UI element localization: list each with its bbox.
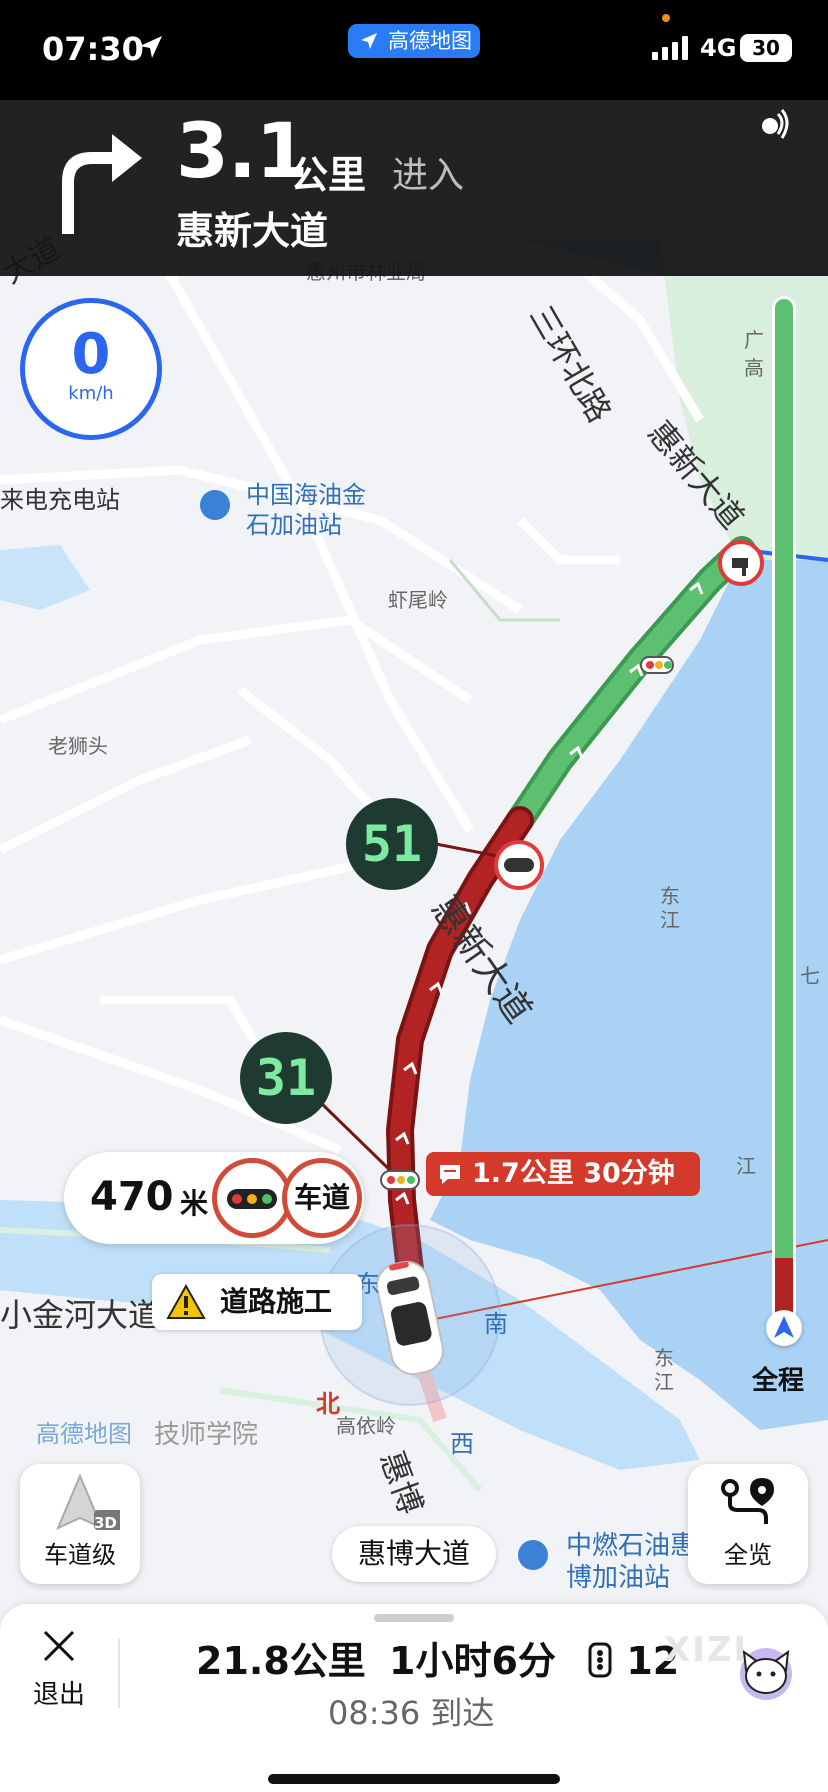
traffic-light-icon [640,656,674,674]
turn-distance: 3.1 [176,106,309,195]
status-time: 07:30 [42,30,144,68]
traffic-jam-tag[interactable]: 1.7公里 30分钟 [426,1152,700,1196]
overview-label: 全览 [724,1541,772,1569]
map-label-jiang: 江 [736,1154,756,1178]
close-icon [43,1630,75,1662]
poi-charge-station: 来电充电站 [0,486,120,514]
panel-divider [118,1638,120,1708]
watermark: XIZI [664,1630,749,1670]
traffic-light-lane-icon [212,1158,292,1238]
river-label-dongjiang-2: 东江 [654,1346,674,1394]
traffic-light-marker-icon[interactable] [494,840,544,890]
construction-text: 道路施工 [220,1285,333,1318]
turn-right-arrow-icon [62,134,142,234]
trip-summary: 21.8公里 1小时6分 12 [196,1630,679,1685]
light-countdown-1: 51 [346,798,438,890]
road-construction-tag[interactable]: 道路施工 [152,1274,362,1330]
network-type: 4G [700,34,737,62]
traffic-light-count-icon [588,1642,612,1678]
lane-distance: 470 [90,1174,174,1220]
voice-broadcast-icon[interactable] [754,104,794,144]
exit-button[interactable]: 退出 [24,1626,94,1711]
lane-distance-unit: 米 [180,1187,209,1220]
compass-south: 南 [484,1310,508,1338]
speed-camera-icon[interactable] [718,540,764,586]
battery-icon: 30 [740,34,792,62]
location-arrow-icon [140,36,162,58]
exit-label: 退出 [32,1680,85,1710]
arrival-time: 08:36 到达 [328,1694,495,1732]
jam-text: 1.7公里 30分钟 [472,1158,675,1189]
turn-distance-unit: 公里 [290,153,367,197]
status-bar: 07:30 高德地图 4G 30 [0,0,828,100]
compass-west: 西 [450,1430,474,1458]
lane-level-button[interactable]: 3D 车道级 [20,1464,140,1584]
overall-route-label[interactable]: 全程 [752,1360,804,1397]
fuel-icon-2 [518,1540,548,1570]
speed-unit: km/h [68,383,114,404]
remaining-distance: 21.8公里 [196,1639,366,1683]
warning-construction-icon [166,1284,206,1319]
home-indicator [268,1774,560,1784]
poi-guanghe: 广高 [744,328,764,380]
app-pill-label: 高德地图 [388,29,472,53]
privacy-dot-icon [662,14,670,22]
amap-logo-icon [361,33,377,49]
badge-3d: 3D [94,1514,117,1532]
current-speed: 0 [71,322,111,387]
message-icon [440,1165,460,1184]
progress-position-icon [766,1310,802,1346]
river-label-dongjiang: 东江 [660,884,680,932]
next-road-name: 惠新大道 [176,209,329,253]
panel-grabber[interactable] [374,1614,454,1622]
overview-button[interactable]: 全览 [688,1464,808,1584]
map-label-qi: 七 [800,964,820,988]
fuel-icon [200,490,230,520]
poi-gaoyiling: 高依岭 [336,1414,396,1438]
speedometer: 0 km/h [20,298,162,440]
signal-icon [652,36,688,60]
lane-level-label: 车道级 [44,1541,116,1569]
poi-technician-school: 技师学院 [154,1420,259,1450]
poi-cnooc: 中国海油金石加油站 [246,481,366,539]
app-return-pill[interactable]: 高德地图 [348,24,480,58]
route-progress-congestion [772,1258,796,1318]
traffic-light-icon-2 [380,1170,420,1190]
turn-guidance-banner[interactable]: 3.1 公里 进入 惠新大道 [0,100,828,276]
poi-laoshitou: 老狮头 [48,734,108,758]
remaining-time: 1小时6分 [389,1639,556,1683]
turn-action: 进入 [392,155,465,196]
amap-watermark: 高德地图 [36,1420,132,1448]
route-progress-bar [772,296,796,1316]
poi-xiaweiling: 虾尾岭 [388,588,448,612]
road-label-xiaojinhe: 小金河大道 [0,1296,161,1334]
poi-zhongran: 中燃石油惠博加油站 [566,1531,697,1593]
lane-label: 车道 [282,1158,362,1238]
lane-guidance-pill[interactable]: 470 米 车道 [64,1152,364,1244]
route-overview-icon [721,1478,774,1524]
light-countdown-2: 31 [240,1032,332,1124]
current-road-chip: 惠博大道 [332,1526,496,1582]
